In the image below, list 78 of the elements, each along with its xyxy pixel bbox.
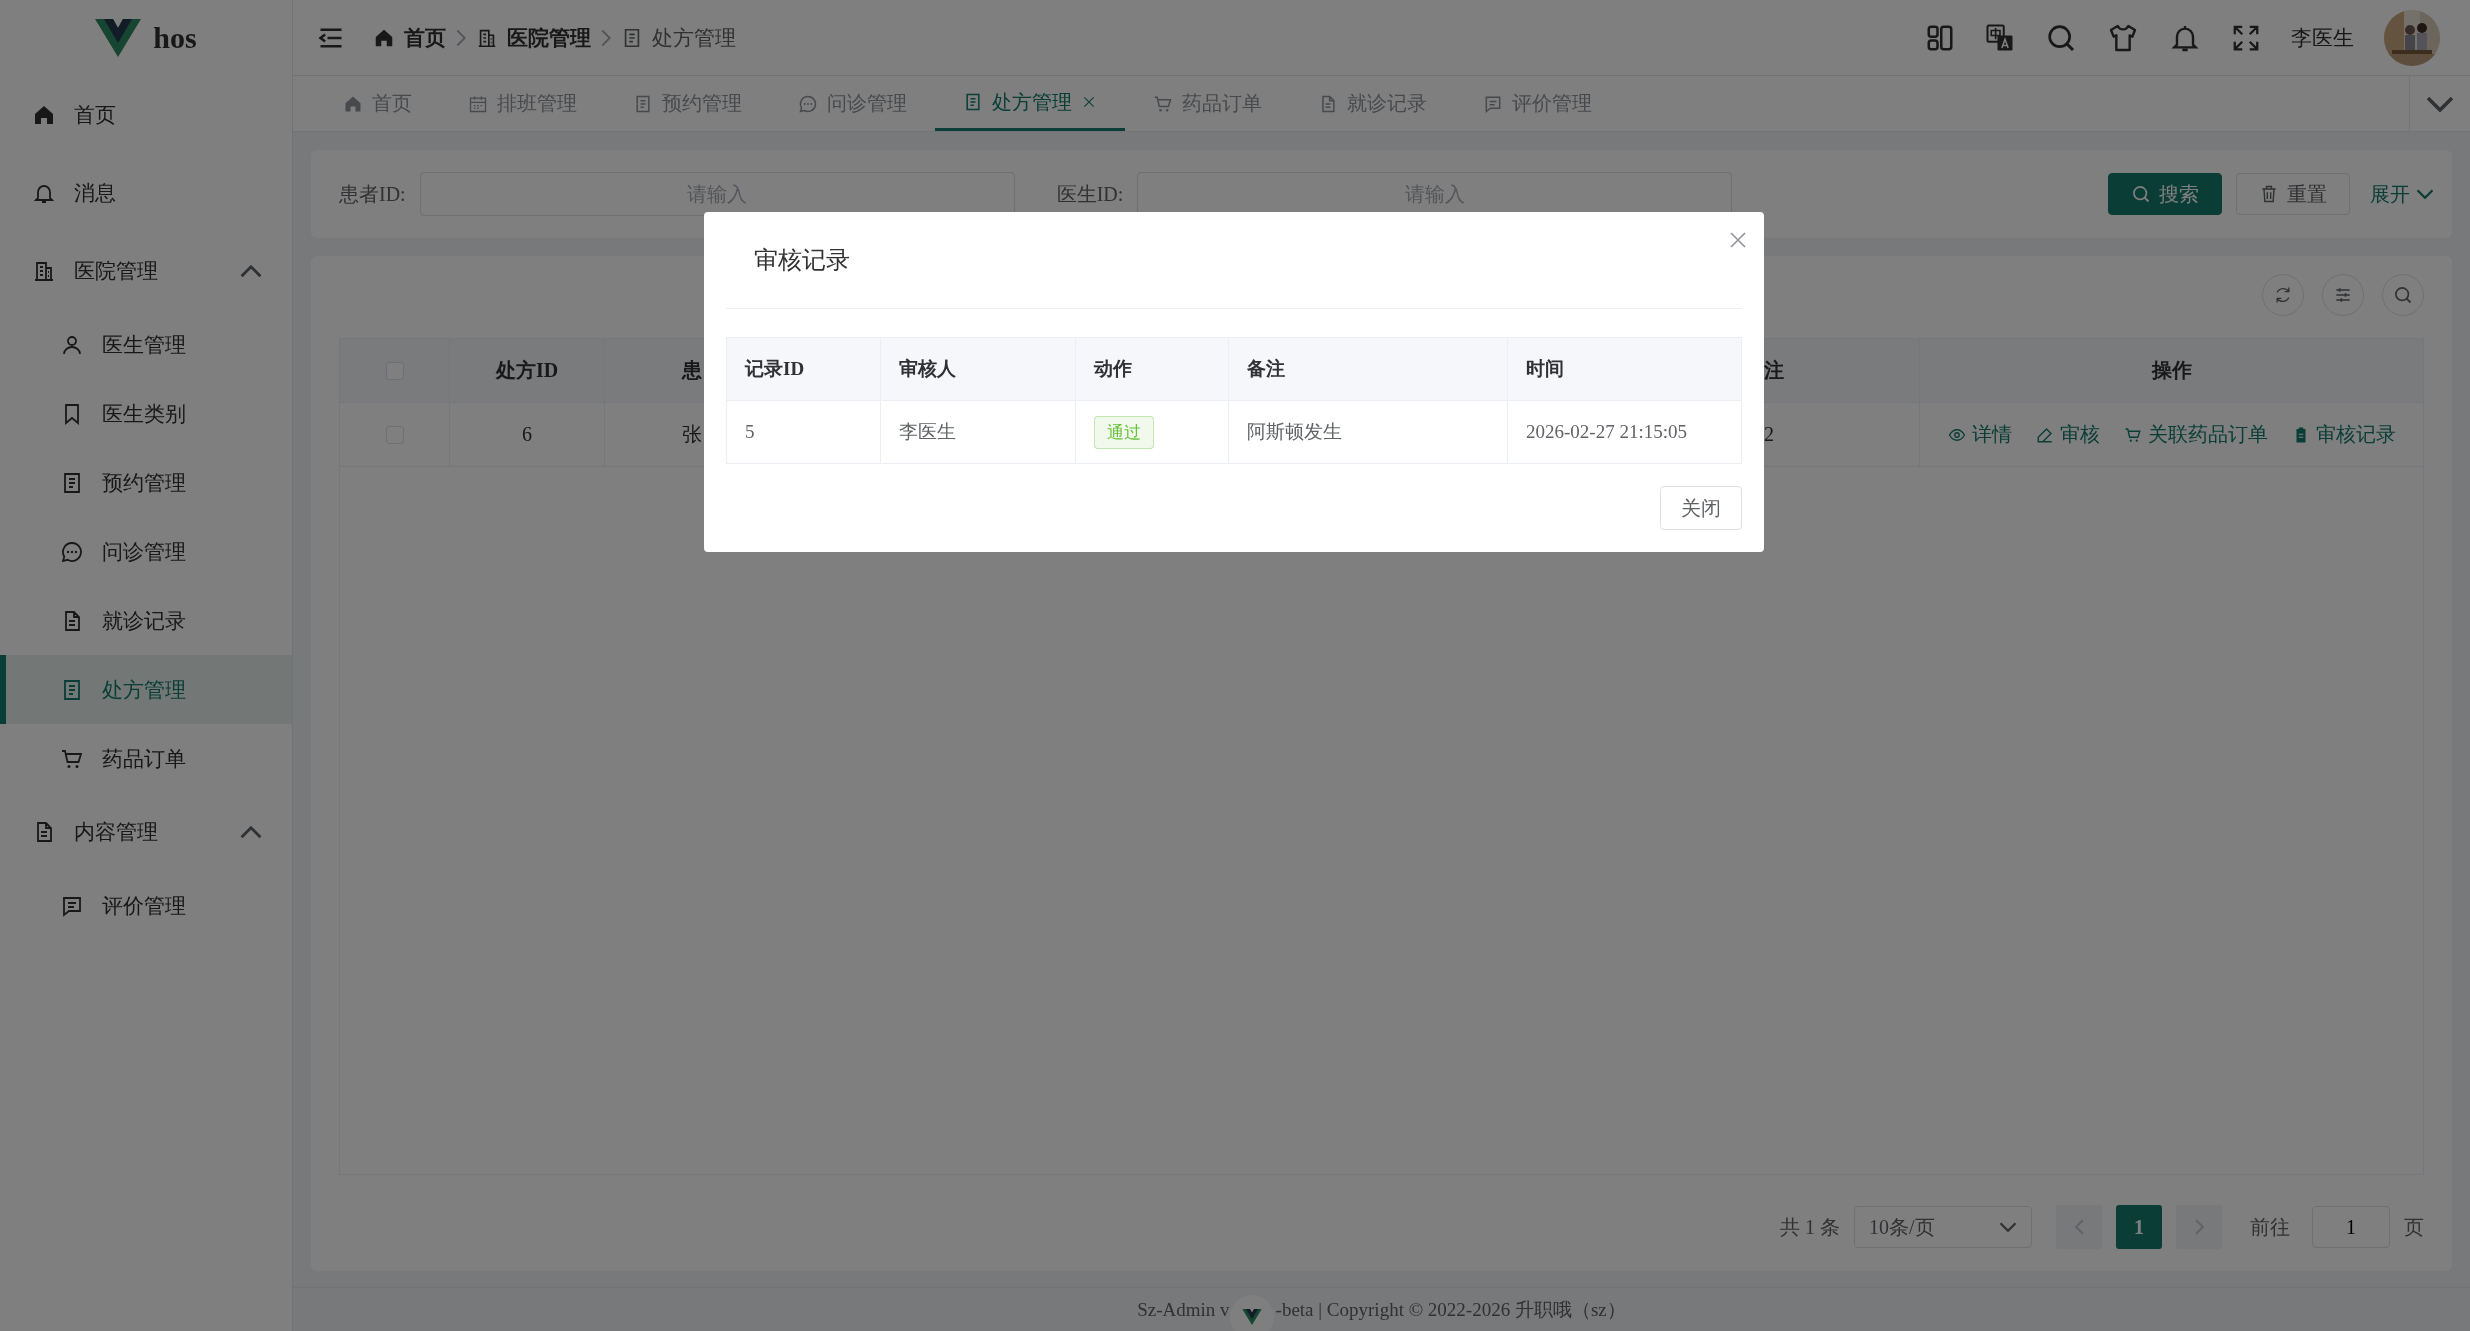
chevron-down-icon — [2426, 95, 2454, 112]
chat-icon — [798, 93, 818, 114]
action-link[interactable]: 详情 — [1947, 421, 2012, 448]
translate-icon — [1985, 22, 2015, 53]
chevron-right-icon — [601, 28, 611, 47]
column-header: 患 — [682, 358, 702, 383]
chat-icon — [60, 539, 84, 564]
column-header: 处方ID — [495, 358, 559, 383]
sidebar-item[interactable]: 首页 — [0, 76, 292, 154]
sidebar-item[interactable]: 消息 — [0, 154, 292, 232]
page-size-select[interactable]: 10条/页 — [1854, 1206, 2032, 1248]
search-icon — [2393, 285, 2413, 305]
breadcrumb-item: 处方管理 — [621, 23, 736, 52]
sidebar-item[interactable]: 处方管理 — [0, 655, 292, 724]
sidebar-item[interactable]: 预约管理 — [0, 448, 292, 517]
chevron-down-icon — [1999, 1222, 2017, 1232]
column-header: 审核人 — [899, 357, 956, 381]
sidebar-item[interactable]: 问诊管理 — [0, 517, 292, 586]
page-number[interactable]: 1 — [2116, 1205, 2162, 1249]
document-icon — [963, 92, 983, 112]
pen-icon — [2035, 425, 2054, 444]
reset-button[interactable]: 重置 — [2236, 173, 2350, 215]
table-cell: 2 — [1764, 423, 1774, 446]
close-icon — [1081, 94, 1097, 110]
sidebar-item[interactable]: 药品订单 — [0, 724, 292, 793]
logo-text: hos — [153, 21, 197, 55]
column-header: 记录ID — [745, 357, 805, 381]
column-header: 备注 — [1247, 357, 1285, 381]
table-cell-text: 阿斯顿发生 — [1247, 420, 1342, 444]
sidebar-item[interactable]: 就诊记录 — [0, 586, 292, 655]
action-link[interactable]: 审核 — [2035, 421, 2100, 448]
sliders-icon — [2333, 285, 2353, 305]
goto-label: 前往 — [2250, 1214, 2290, 1240]
action-link[interactable]: 审核记录 — [2291, 421, 2396, 448]
footer-text: -beta | Copyright © 2022-2026 升职哦（sz） — [1275, 1297, 1626, 1322]
search-button[interactable]: 搜索 — [2108, 173, 2222, 215]
table-cell: 5 — [745, 421, 755, 443]
column-header: 注 — [1764, 358, 1784, 383]
tab[interactable]: 处方管理 — [935, 76, 1125, 131]
cart-icon — [2123, 425, 2142, 444]
table-cell: 2026-02-27 21:15:05 — [1526, 421, 1687, 443]
footer-text: Sz-Admin v — [1137, 1298, 1230, 1321]
logo-icon — [95, 19, 142, 57]
action-link[interactable]: 关联药品订单 — [2123, 421, 2268, 448]
sidebar-item[interactable]: 医生类别 — [0, 379, 292, 448]
column-header: 时间 — [1526, 357, 1564, 381]
search-icon — [2131, 184, 2151, 204]
home-icon — [32, 103, 56, 127]
field-label: 医生ID: — [1056, 181, 1124, 207]
table-cell-text: 张 — [682, 422, 702, 447]
trash-icon — [2259, 184, 2279, 204]
breadcrumb-item[interactable]: 医院管理 — [476, 23, 591, 52]
logo-icon — [1241, 1308, 1262, 1325]
page-suffix: 页 — [2404, 1214, 2424, 1240]
breadcrumb-item[interactable]: 首页 — [373, 23, 446, 52]
table-cell: 6 — [522, 423, 532, 446]
chevron-right-icon — [2194, 1219, 2204, 1235]
user-name[interactable]: 李医生 — [2291, 23, 2354, 52]
status-tag: 通过 — [1094, 415, 1154, 449]
sidebar-item[interactable]: 医生管理 — [0, 310, 292, 379]
column-header: 操作 — [2151, 358, 2192, 383]
chevron-right-icon — [456, 28, 466, 47]
dialog-title: 审核记录 — [754, 246, 850, 275]
sidebar-item[interactable]: 医院管理 — [0, 232, 292, 310]
chevron-left-icon — [2074, 1219, 2084, 1235]
building-icon — [32, 259, 56, 283]
document-icon — [633, 93, 653, 114]
chevron-down-icon — [2416, 189, 2434, 199]
sidebar-item[interactable]: 评价管理 — [0, 871, 292, 940]
table-cell-text: 李医生 — [899, 420, 956, 444]
column-header: 动作 — [1094, 357, 1132, 381]
total-count: 共 1 条 — [1780, 1214, 1840, 1240]
expand-link[interactable]: 展开 — [2370, 180, 2434, 208]
page-input[interactable]: 1 — [2312, 1206, 2390, 1248]
close-button[interactable]: 关闭 — [1660, 486, 1742, 530]
logo-badge[interactable] — [1229, 1294, 1274, 1331]
sidebar-item[interactable]: 内容管理 — [0, 793, 292, 871]
field-label: 患者ID: — [339, 181, 406, 207]
